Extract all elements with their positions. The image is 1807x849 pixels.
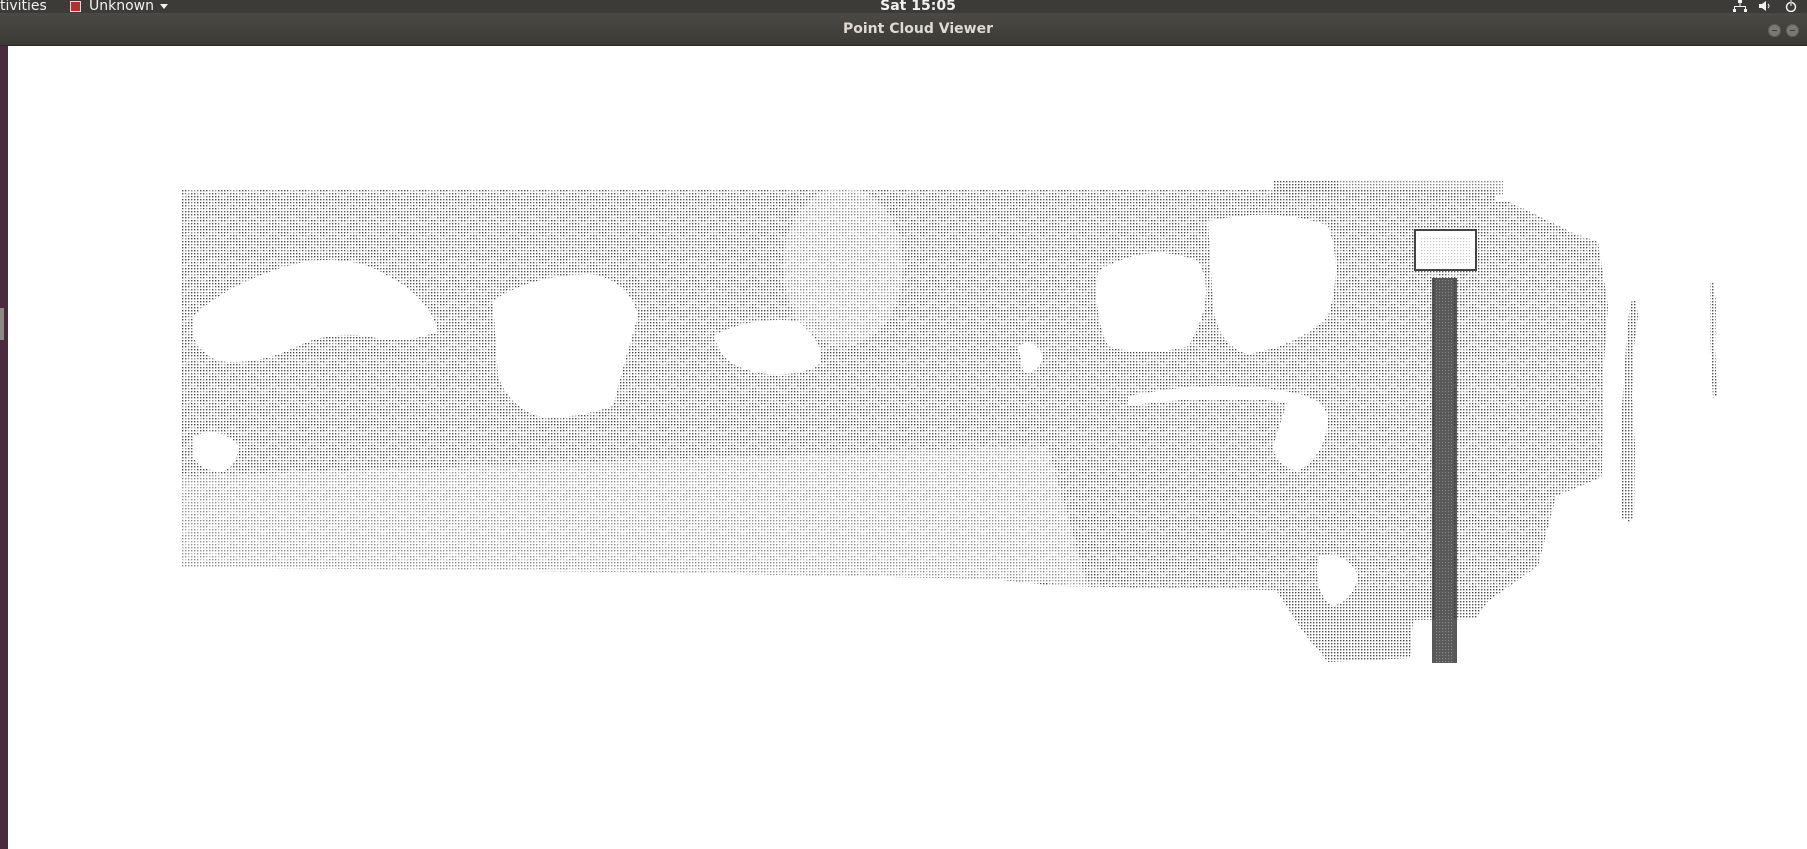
system-tray[interactable] <box>1721 0 1807 13</box>
resize-handle[interactable] <box>0 308 4 340</box>
point-cloud-render <box>182 180 1717 663</box>
volume-icon[interactable] <box>1759 0 1773 13</box>
top-panel: tivities Unknown Sat 15:05 <box>0 0 1807 13</box>
minimize-icon[interactable] <box>1768 24 1781 37</box>
point-cloud-viewport[interactable] <box>8 46 1807 849</box>
window-title: Point Cloud Viewer <box>843 21 993 37</box>
network-icon[interactable] <box>1733 0 1747 13</box>
power-icon[interactable] <box>1785 0 1797 13</box>
clock[interactable]: Sat 15:05 <box>0 0 1807 13</box>
point-cloud-scene <box>182 180 1717 663</box>
left-window-edge <box>0 46 8 849</box>
maximize-icon[interactable] <box>1786 24 1799 37</box>
window-titlebar[interactable]: Point Cloud Viewer <box>0 13 1807 46</box>
